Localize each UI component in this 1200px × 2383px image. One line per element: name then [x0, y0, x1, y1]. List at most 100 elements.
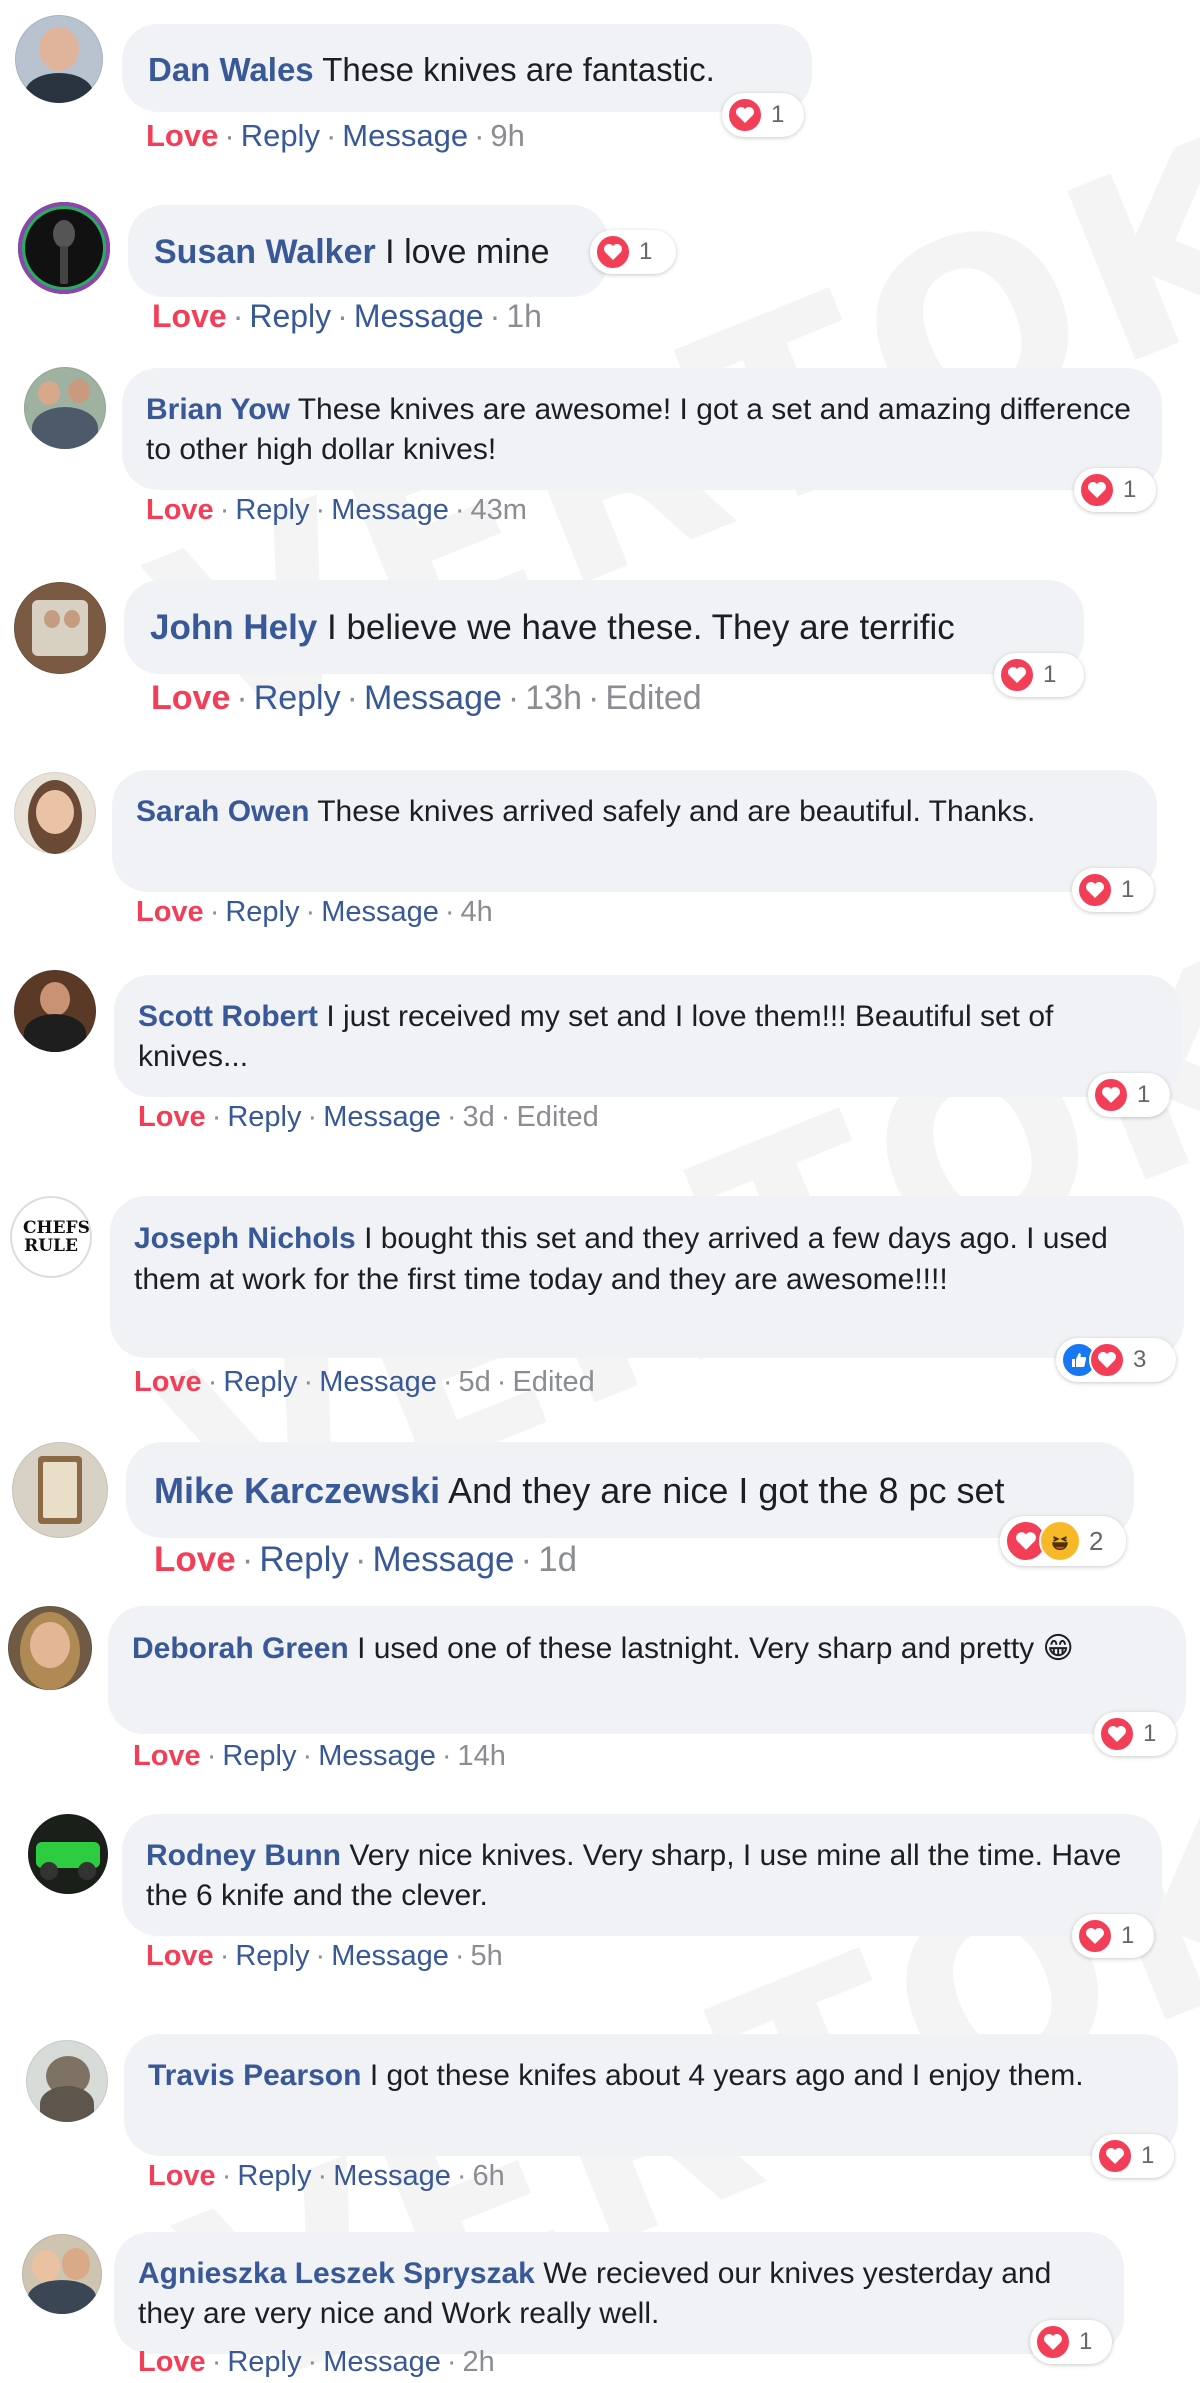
- reaction-count: 1: [1137, 1081, 1151, 1108]
- avatar[interactable]: [14, 970, 96, 1052]
- avatar[interactable]: [14, 582, 106, 674]
- message-button[interactable]: Message: [333, 2160, 451, 2192]
- timestamp[interactable]: 5h: [471, 1940, 503, 1972]
- avatar[interactable]: [22, 2234, 102, 2314]
- edited-label[interactable]: Edited: [512, 1366, 594, 1398]
- love-button[interactable]: Love: [133, 1740, 201, 1772]
- love-button[interactable]: Love: [136, 896, 204, 928]
- comment-bubble: Joseph Nichols I bought this set and the…: [110, 1196, 1184, 1358]
- comment-text: I used one of these lastnight. Very shar…: [357, 1632, 1074, 1665]
- avatar[interactable]: [14, 772, 96, 854]
- reaction-summary[interactable]: 3: [1056, 1338, 1176, 1382]
- avatar[interactable]: [8, 1606, 92, 1690]
- reaction-count: 2: [1089, 1525, 1104, 1556]
- commenter-name[interactable]: Rodney Bunn: [146, 1839, 341, 1872]
- avatar[interactable]: CHEFS RULE: [10, 1196, 92, 1278]
- message-button[interactable]: Message: [364, 679, 502, 717]
- timestamp[interactable]: 3d: [463, 1101, 495, 1133]
- love-button[interactable]: Love: [134, 1366, 202, 1398]
- reaction-count: 1: [1043, 661, 1057, 688]
- comment-bubble: Sarah Owen These knives arrived safely a…: [112, 770, 1157, 892]
- commenter-name[interactable]: Susan Walker: [154, 233, 376, 271]
- love-button[interactable]: Love: [151, 679, 230, 717]
- avatar[interactable]: [26, 2040, 108, 2122]
- commenter-name[interactable]: Travis Pearson: [148, 2059, 361, 2092]
- avatar[interactable]: [12, 1442, 108, 1538]
- avatar[interactable]: [15, 15, 103, 103]
- reaction-summary[interactable]: 1: [994, 653, 1084, 697]
- commenter-name[interactable]: Mike Karczewski: [154, 1470, 440, 1511]
- reply-button[interactable]: Reply: [259, 1540, 348, 1579]
- timestamp[interactable]: 4h: [461, 896, 493, 928]
- timestamp[interactable]: 1h: [506, 298, 542, 334]
- reaction-summary[interactable]: 1: [590, 230, 676, 274]
- timestamp[interactable]: 5d: [459, 1366, 491, 1398]
- commenter-name[interactable]: Dan Wales: [148, 51, 314, 88]
- message-button[interactable]: Message: [354, 298, 484, 334]
- heart-reaction-icon: [1079, 472, 1115, 508]
- timestamp[interactable]: 9h: [490, 118, 524, 153]
- reaction-summary[interactable]: 1: [1074, 468, 1156, 512]
- timestamp[interactable]: 6h: [473, 2160, 505, 2192]
- reply-button[interactable]: Reply: [235, 494, 309, 526]
- reply-button[interactable]: Reply: [241, 118, 320, 153]
- avatar[interactable]: [24, 367, 106, 449]
- reaction-summary[interactable]: 2: [1000, 1516, 1126, 1566]
- love-button[interactable]: Love: [152, 298, 227, 334]
- avatar[interactable]: [28, 1814, 108, 1894]
- commenter-name[interactable]: Scott Robert: [138, 1000, 318, 1033]
- reply-button[interactable]: Reply: [249, 298, 331, 334]
- heart-reaction-icon: [999, 657, 1035, 693]
- message-button[interactable]: Message: [342, 118, 468, 153]
- comment-bubble: Mike Karczewski And they are nice I got …: [126, 1442, 1134, 1538]
- reaction-summary[interactable]: 1: [1094, 1712, 1176, 1756]
- reply-button[interactable]: Reply: [222, 1740, 296, 1772]
- timestamp[interactable]: 2h: [463, 2346, 495, 2378]
- message-button[interactable]: Message: [318, 1740, 436, 1772]
- commenter-name[interactable]: John Hely: [150, 608, 317, 647]
- comment-text: And they are nice I got the 8 pc set: [448, 1470, 1005, 1511]
- heart-reaction-icon: [1035, 2324, 1071, 2360]
- love-button[interactable]: Love: [138, 2346, 206, 2378]
- reaction-summary[interactable]: 1: [1072, 1914, 1154, 1958]
- commenter-name[interactable]: Joseph Nichols: [134, 1222, 356, 1255]
- message-button[interactable]: Message: [319, 1366, 437, 1398]
- message-button[interactable]: Message: [323, 1101, 441, 1133]
- commenter-name[interactable]: Deborah Green: [132, 1632, 349, 1665]
- comment-bubble: John Hely I believe we have these. They …: [124, 580, 1084, 674]
- love-button[interactable]: Love: [138, 1101, 206, 1133]
- reaction-summary[interactable]: 1: [1092, 2134, 1174, 2178]
- reply-button[interactable]: Reply: [235, 1940, 309, 1972]
- love-button[interactable]: Love: [146, 118, 218, 153]
- reaction-summary[interactable]: 1: [1088, 1073, 1170, 1117]
- love-button[interactable]: Love: [146, 494, 214, 526]
- reply-button[interactable]: Reply: [227, 1101, 301, 1133]
- reply-button[interactable]: Reply: [254, 679, 341, 717]
- reply-button[interactable]: Reply: [237, 2160, 311, 2192]
- reaction-summary[interactable]: 1: [1072, 868, 1154, 912]
- comment-bubble: Brian Yow These knives are awesome! I go…: [122, 368, 1162, 490]
- reaction-summary[interactable]: 1: [722, 93, 804, 137]
- timestamp[interactable]: 13h: [525, 679, 582, 717]
- love-button[interactable]: Love: [154, 1540, 236, 1579]
- timestamp[interactable]: 14h: [458, 1740, 506, 1772]
- message-button[interactable]: Message: [331, 494, 449, 526]
- edited-label[interactable]: Edited: [605, 679, 701, 717]
- edited-label[interactable]: Edited: [516, 1101, 598, 1133]
- message-button[interactable]: Message: [321, 896, 439, 928]
- message-button[interactable]: Message: [323, 2346, 441, 2378]
- reply-button[interactable]: Reply: [227, 2346, 301, 2378]
- love-button[interactable]: Love: [146, 1940, 214, 1972]
- commenter-name[interactable]: Sarah Owen: [136, 795, 309, 828]
- commenter-name[interactable]: Brian Yow: [146, 393, 290, 426]
- timestamp[interactable]: 43m: [471, 494, 527, 526]
- message-button[interactable]: Message: [331, 1940, 449, 1972]
- timestamp[interactable]: 1d: [538, 1540, 577, 1579]
- avatar[interactable]: [18, 202, 110, 294]
- commenter-name[interactable]: Agnieszka Leszek Spryszak: [138, 2257, 535, 2290]
- reply-button[interactable]: Reply: [223, 1366, 297, 1398]
- reaction-summary[interactable]: 1: [1030, 2320, 1112, 2364]
- reply-button[interactable]: Reply: [225, 896, 299, 928]
- love-button[interactable]: Love: [148, 2160, 216, 2192]
- message-button[interactable]: Message: [373, 1540, 515, 1579]
